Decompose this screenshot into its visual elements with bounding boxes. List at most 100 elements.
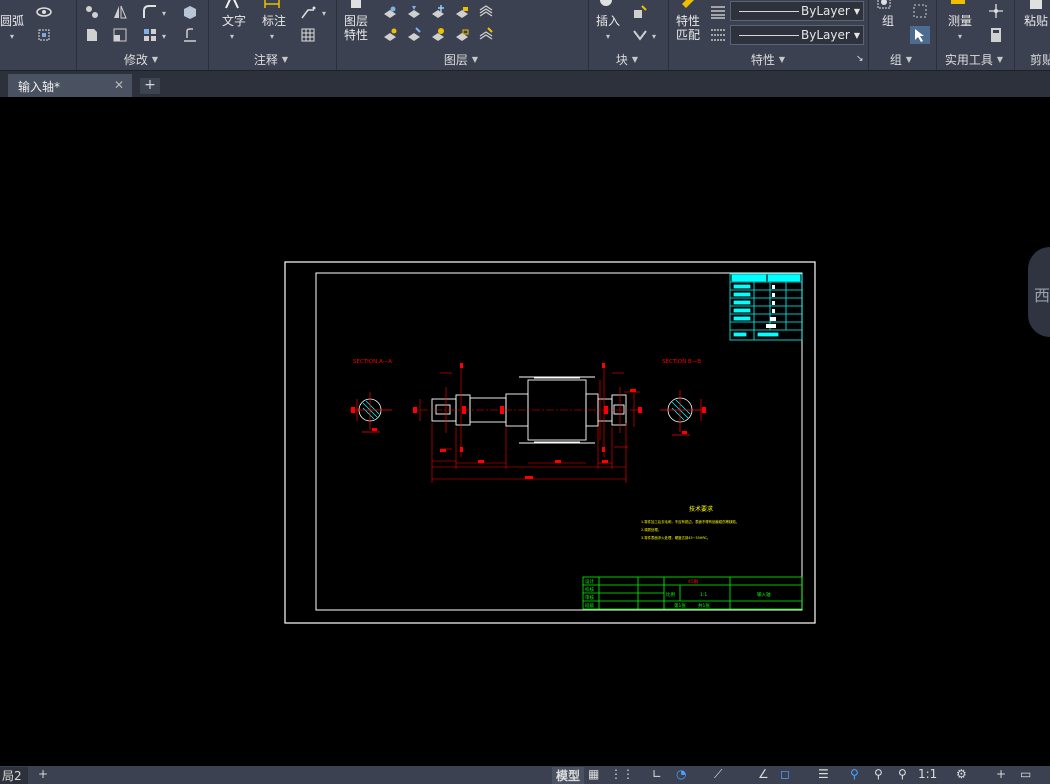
- mirror-icon[interactable]: [112, 4, 128, 20]
- layer-match-icon[interactable]: [478, 4, 494, 20]
- paste-icon[interactable]: [1028, 0, 1044, 10]
- layout-tab[interactable]: 局2: [0, 767, 28, 784]
- table-icon[interactable]: [300, 27, 316, 43]
- panel-modify-dropdown-icon[interactable]: ▼: [152, 55, 158, 64]
- lineweight-dropdown-icon[interactable]: ▼: [854, 31, 860, 40]
- group-edit-icon[interactable]: [912, 3, 928, 19]
- annotation-monitor-icon[interactable]: +: [996, 767, 1006, 781]
- panel-annotation[interactable]: 注释 ▼: [208, 50, 334, 68]
- dimension-dropdown-icon[interactable]: ▾: [270, 30, 274, 44]
- annotation-visibility-icon[interactable]: ⚲: [850, 767, 859, 781]
- dimension-lines: [419, 367, 640, 483]
- annotation-scale-icon[interactable]: ⚲: [898, 767, 907, 781]
- add-layout-button[interactable]: +: [38, 767, 48, 781]
- panel-layers-dropdown-icon[interactable]: ▼: [472, 55, 478, 64]
- measure-dropdown-icon[interactable]: ▾: [958, 30, 962, 44]
- dimension-button[interactable]: 标注: [262, 14, 286, 28]
- layer-isolate-icon[interactable]: [406, 4, 422, 20]
- snap-icon[interactable]: ⋮⋮: [610, 767, 634, 781]
- paste-button[interactable]: 粘贴: [1024, 14, 1048, 28]
- panel-annotation-dropdown-icon[interactable]: ▼: [282, 55, 288, 64]
- layer-lock-icon[interactable]: [454, 4, 470, 20]
- measure-icon[interactable]: [950, 0, 966, 8]
- customize-icon[interactable]: ▭: [1020, 767, 1031, 781]
- properties-launcher-icon[interactable]: ↘: [856, 52, 864, 66]
- tech-req-line-2: 2.调质处理。: [641, 527, 661, 532]
- group-select-icon[interactable]: [910, 26, 930, 44]
- layer-thaw-icon[interactable]: [430, 27, 446, 43]
- autoscale-icon[interactable]: ⚲: [874, 767, 883, 781]
- panel-groups[interactable]: 组 ▼: [868, 50, 934, 68]
- edit-block-dropdown-icon[interactable]: ▾: [652, 30, 656, 44]
- panel-properties-dropdown-icon[interactable]: ▼: [779, 55, 785, 64]
- offset-icon[interactable]: [182, 27, 198, 43]
- isodraft-icon[interactable]: ⟋: [714, 767, 722, 782]
- otrack-icon[interactable]: ◻: [780, 767, 790, 781]
- insert-button[interactable]: 插入: [596, 14, 620, 28]
- panel-utilities-dropdown-icon[interactable]: ▼: [997, 55, 1003, 64]
- layer-freeze-icon[interactable]: [430, 4, 446, 20]
- array-icon[interactable]: [142, 27, 158, 43]
- panel-block[interactable]: 块 ▼: [588, 50, 666, 68]
- insert-icon[interactable]: [598, 0, 614, 8]
- edit-block-icon[interactable]: [632, 27, 648, 43]
- close-tab-icon[interactable]: ✕: [114, 78, 124, 92]
- arc-button[interactable]: 圆弧: [0, 14, 24, 28]
- point-icon[interactable]: [988, 3, 1004, 19]
- panel-utilities[interactable]: 实用工具 ▼: [936, 50, 1012, 68]
- move-icon[interactable]: [84, 4, 100, 20]
- text-icon[interactable]: [224, 0, 240, 10]
- layer-current-icon[interactable]: [382, 27, 398, 43]
- linetype-select[interactable]: ByLayer ▼: [730, 1, 864, 21]
- solid-icon[interactable]: [182, 4, 198, 20]
- layer-merge-icon[interactable]: [478, 27, 494, 43]
- drawing-canvas[interactable]: SECTION A—A SECTION B—B 技术要求 1.零件加工后去毛刺，…: [0, 97, 1050, 766]
- leader-icon[interactable]: [300, 4, 316, 20]
- model-space-button[interactable]: 模型: [552, 767, 585, 784]
- arc-dropdown-icon[interactable]: ▾: [10, 30, 14, 44]
- measure-button[interactable]: 测量: [948, 14, 972, 28]
- region-icon[interactable]: [36, 27, 52, 43]
- annotation-scale-value[interactable]: 1:1: [918, 767, 937, 781]
- polar-icon[interactable]: ◔: [676, 767, 686, 781]
- stretch-icon[interactable]: [84, 27, 100, 43]
- group-icon[interactable]: [876, 0, 892, 10]
- group-button[interactable]: 组: [882, 14, 894, 28]
- panel-properties[interactable]: 特性 ▼: [668, 50, 868, 68]
- panel-layers[interactable]: 图层 ▼: [336, 50, 586, 68]
- linetype-dropdown-icon[interactable]: ▼: [854, 7, 860, 16]
- insert-dropdown-icon[interactable]: ▾: [606, 30, 610, 44]
- panel-block-dropdown-icon[interactable]: ▼: [632, 55, 638, 64]
- leader-dropdown-icon[interactable]: ▾: [322, 7, 326, 21]
- text-dropdown-icon[interactable]: ▾: [230, 30, 234, 44]
- layer-unlock-icon[interactable]: [454, 27, 470, 43]
- osnap-icon[interactable]: ∠: [758, 767, 769, 781]
- fillet-dropdown-icon[interactable]: ▾: [162, 7, 166, 21]
- layer-walk-icon[interactable]: [406, 27, 422, 43]
- document-tab[interactable]: 输入轴* ✕: [8, 74, 132, 98]
- match-properties-button[interactable]: 特性 匹配: [676, 14, 700, 42]
- lineweight-toggle-icon[interactable]: ☰: [818, 767, 829, 781]
- scale-icon[interactable]: [112, 27, 128, 43]
- layer-properties-icon[interactable]: [348, 0, 364, 10]
- panel-groups-dropdown-icon[interactable]: ▼: [906, 55, 912, 64]
- workspace-gear-icon[interactable]: ⚙: [956, 767, 967, 781]
- array-dropdown-icon[interactable]: ▾: [162, 30, 166, 44]
- grid-icon[interactable]: ▦: [588, 767, 599, 781]
- dimension-icon[interactable]: [264, 0, 280, 12]
- layer-properties-button[interactable]: 图层 特性: [344, 14, 368, 42]
- panel-modify[interactable]: 修改 ▼: [76, 50, 206, 68]
- calculator-icon[interactable]: [988, 27, 1004, 43]
- view-icon[interactable]: [36, 4, 52, 20]
- text-button[interactable]: 文字: [222, 14, 246, 28]
- viewcube[interactable]: 西: [1028, 247, 1050, 337]
- new-tab-button[interactable]: +: [140, 78, 160, 94]
- create-block-icon[interactable]: [632, 4, 648, 20]
- match-properties-icon[interactable]: [680, 0, 696, 10]
- fillet-icon[interactable]: [142, 4, 158, 20]
- ortho-icon[interactable]: ∟: [652, 767, 662, 781]
- layer-on-icon[interactable]: [382, 4, 398, 20]
- viewcube-west-label[interactable]: 西: [1034, 286, 1050, 305]
- panel-clipboard[interactable]: 剪贴: [1030, 50, 1050, 68]
- lineweight-select[interactable]: ByLayer ▼: [730, 25, 864, 45]
